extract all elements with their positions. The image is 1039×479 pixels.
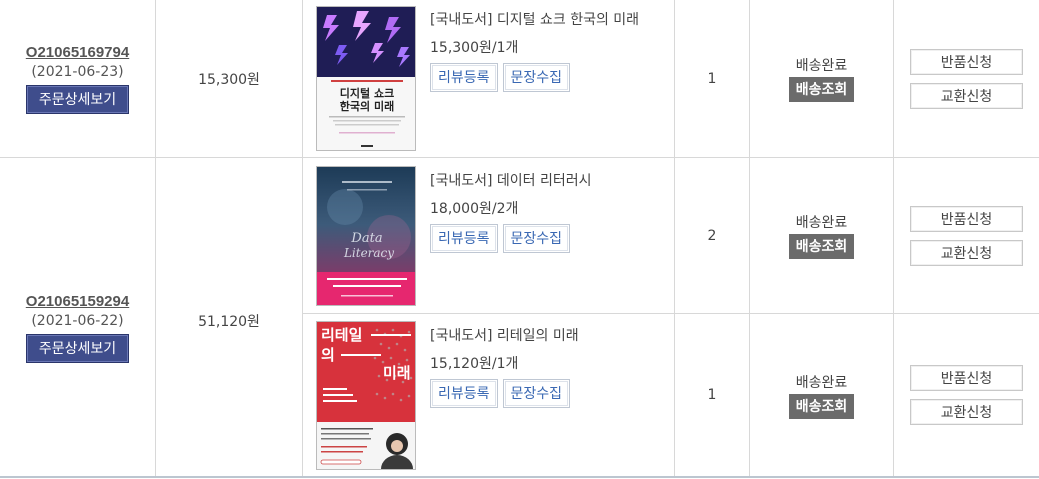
track-shipment-button[interactable]: 배송조회 (788, 234, 855, 259)
review-button-label: 리뷰등록 (432, 381, 496, 406)
shipping-status: 배송완료 (795, 374, 848, 391)
order-number-link[interactable]: O21065169794 (26, 44, 129, 61)
return-request-button[interactable]: 반품신청 (910, 205, 1023, 232)
actions-cell: 반품신청 교환신청 (894, 158, 1039, 313)
actions-cell: 반품신청 교환신청 (894, 0, 1039, 157)
order-date: (2021-06-22) (31, 313, 124, 329)
item-info: [국내도서] 리테일의 미래 15,120원/1개 리뷰등록 문장수집 (430, 325, 579, 408)
item-title[interactable]: [국내도서] 리테일의 미래 (430, 325, 579, 345)
shipping-cell: 배송완료 배송조회 (750, 0, 893, 157)
order-total-cell: 51,120원 (156, 158, 302, 476)
shipping-cell: 배송완료 배송조회 (750, 314, 893, 476)
qty-cell: 1 (675, 0, 749, 157)
order-detail-button[interactable]: 주문상세보기 (25, 334, 130, 363)
book-cover-image[interactable]: 디지털 쇼크 한국의 미래 (316, 6, 416, 151)
quote-collect-button[interactable]: 문장수집 (502, 63, 571, 92)
order-total: 51,120원 (198, 314, 260, 330)
book-cover-retail: 리테일 의 미래 (317, 322, 415, 469)
order-cell: O21065159294 (2021-06-22) 주문상세보기 (0, 158, 155, 476)
item-title[interactable]: [국내도서] 데이터 리터러시 (430, 170, 592, 190)
item-price: 15,120원/1개 (430, 356, 519, 372)
return-request-button[interactable]: 반품신청 (910, 48, 1023, 75)
book-cover-image[interactable]: 리테일 의 미래 (316, 321, 416, 470)
return-request-button[interactable]: 반품신청 (910, 365, 1023, 391)
quote-collect-button[interactable]: 문장수집 (502, 379, 571, 408)
quote-collect-button-label: 문장수집 (504, 65, 569, 90)
item-quantity: 1 (707, 70, 717, 87)
exchange-request-button[interactable]: 교환신청 (910, 239, 1023, 266)
order-cell: O21065169794 (2021-06-23) 주문상세보기 (0, 0, 155, 157)
qty-cell: 1 (675, 314, 749, 476)
svg-text:미래: 미래 (383, 364, 411, 382)
table-bottom-border (0, 476, 1039, 478)
quote-collect-button[interactable]: 문장수집 (502, 224, 571, 253)
svg-text:디지털 쇼크: 디지털 쇼크 (340, 86, 394, 100)
order-detail-button[interactable]: 주문상세보기 (25, 84, 130, 114)
order-total: 15,300원 (198, 71, 260, 88)
review-button-label: 리뷰등록 (432, 65, 496, 90)
svg-text:Literacy: Literacy (343, 246, 394, 260)
item-quantity: 1 (707, 387, 717, 403)
track-shipment-button[interactable]: 배송조회 (788, 393, 855, 419)
svg-text:Data: Data (350, 231, 382, 246)
qty-cell: 2 (675, 158, 749, 313)
item-price: 15,300원/1개 (430, 40, 519, 56)
quote-collect-button-label: 문장수집 (504, 381, 569, 406)
svg-text:한국의 미래: 한국의 미래 (340, 99, 394, 113)
review-button[interactable]: 리뷰등록 (430, 224, 498, 253)
track-shipment-button[interactable]: 배송조회 (788, 77, 855, 102)
review-button[interactable]: 리뷰등록 (430, 379, 498, 408)
shipping-status: 배송완료 (795, 215, 848, 231)
item-title[interactable]: [국내도서] 디지털 쇼크 한국의 미래 (430, 9, 639, 29)
item-quantity: 2 (707, 227, 717, 244)
order-date: (2021-06-23) (31, 63, 124, 80)
actions-cell: 반품신청 교환신청 (894, 314, 1039, 476)
exchange-request-button[interactable]: 교환신청 (910, 399, 1023, 425)
column-divider (302, 0, 303, 477)
order-number-link[interactable]: O21065159294 (26, 293, 129, 310)
item-info: [국내도서] 디지털 쇼크 한국의 미래 15,300원/1개 리뷰등록 문장수… (430, 9, 639, 92)
shipping-cell: 배송완료 배송조회 (750, 158, 893, 313)
book-cover-image[interactable]: Data Literacy (316, 166, 416, 306)
order-total-cell: 15,300원 (156, 0, 302, 157)
book-cover-digital-shock: 디지털 쇼크 한국의 미래 (317, 7, 415, 150)
review-button-label: 리뷰등록 (432, 226, 496, 251)
svg-text:의: 의 (321, 346, 335, 364)
shipping-status: 배송완료 (795, 58, 848, 74)
exchange-request-button[interactable]: 교환신청 (910, 82, 1023, 109)
item-price: 18,000원/2개 (430, 201, 519, 217)
svg-text:리테일: 리테일 (321, 326, 362, 344)
review-button[interactable]: 리뷰등록 (430, 63, 498, 92)
book-cover-data-literacy: Data Literacy (317, 167, 415, 305)
quote-collect-button-label: 문장수집 (504, 226, 569, 251)
item-info: [국내도서] 데이터 리터러시 18,000원/2개 리뷰등록 문장수집 (430, 170, 592, 253)
